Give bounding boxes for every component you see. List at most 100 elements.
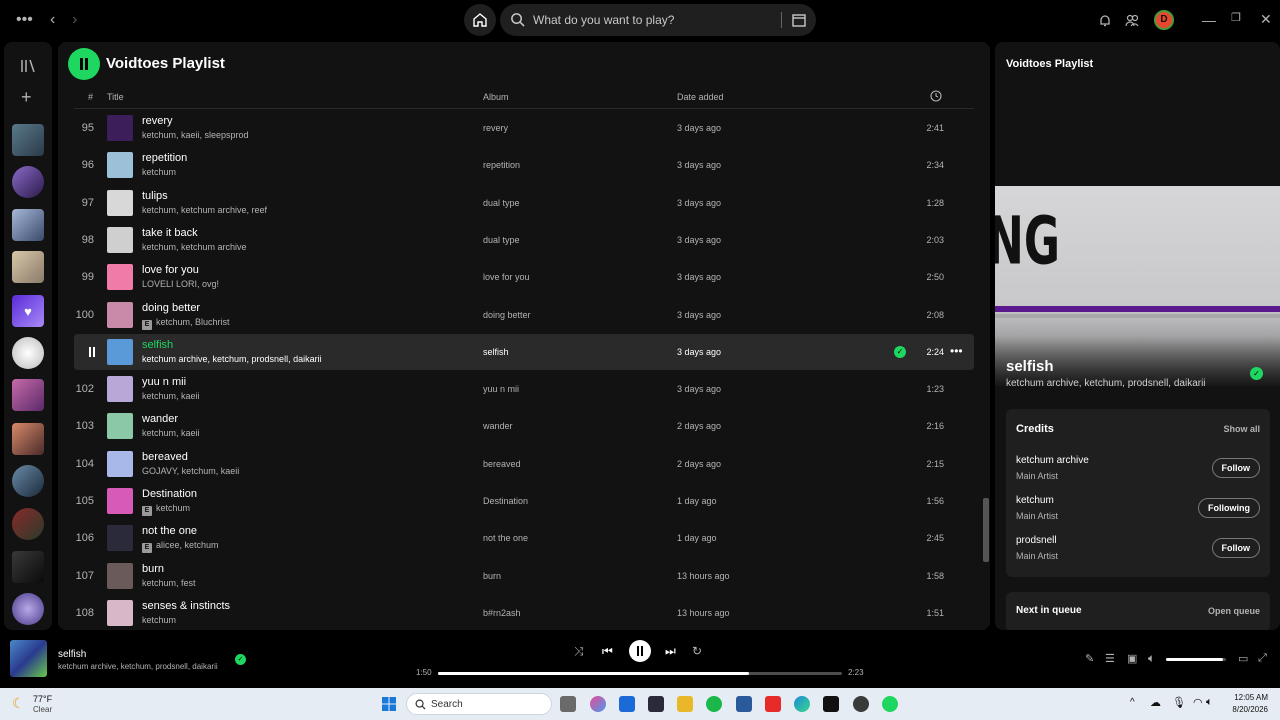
library-item[interactable] [12, 465, 44, 497]
track-album[interactable]: repetition [483, 160, 520, 170]
track-album[interactable]: wander [483, 421, 513, 431]
follow-button[interactable]: Follow [1211, 458, 1260, 478]
track-artists[interactable]: ketchum, fest [142, 578, 196, 588]
track-row[interactable]: 102 yuu n mii ketchum, kaeii yuu n mii 3 day… [74, 371, 974, 407]
column-header-album[interactable]: Album [483, 92, 509, 102]
track-row[interactable]: 107 burn ketchum, fest burn 13 hours ago 1:58 [74, 558, 974, 594]
app-icon[interactable] [853, 696, 869, 712]
track-artists-text[interactable]: alicee, ketchum [156, 540, 219, 550]
track-title[interactable]: selfish [142, 339, 173, 351]
windows-start-icon[interactable] [381, 696, 397, 712]
track-row[interactable]: 98 take it back ketchum, ketchum archive du… [74, 222, 974, 258]
track-artists-text[interactable]: ketchum archive, ketchum, prodsnell, dai… [142, 354, 322, 364]
clock-date[interactable]: 8/20/2026 [1220, 705, 1268, 714]
library-item[interactable] [12, 423, 44, 455]
cloud-icon[interactable]: ☁ [1150, 696, 1161, 709]
track-album[interactable]: dual type [483, 198, 520, 208]
library-icon[interactable] [20, 58, 36, 74]
library-item[interactable] [12, 508, 44, 540]
track-row[interactable]: 95 revery ketchum, kaeii, sleepsprod revery… [74, 110, 974, 146]
track-artists-text[interactable]: ketchum, kaeii [142, 428, 200, 438]
column-header-date-added[interactable]: Date added [677, 92, 724, 102]
app-icon[interactable] [706, 696, 722, 712]
weather-temp[interactable]: 77°F [33, 694, 52, 704]
volume-slider[interactable] [1166, 658, 1226, 661]
track-album[interactable]: doing better [483, 310, 531, 320]
column-header-title[interactable]: Title [107, 92, 124, 102]
progress-bar[interactable] [438, 672, 842, 675]
avatar[interactable]: D [1154, 10, 1174, 30]
track-title[interactable]: bereaved [142, 451, 188, 463]
track-album[interactable]: bereaved [483, 459, 521, 469]
library-item[interactable] [12, 209, 44, 241]
library-item[interactable] [12, 166, 44, 198]
track-artists-text[interactable]: ketchum, fest [142, 578, 196, 588]
track-artists[interactable]: Eketchum, Bluchrist [142, 317, 230, 330]
track-title[interactable]: not the one [142, 525, 197, 537]
track-album[interactable]: not the one [483, 533, 528, 543]
track-artists-text[interactable]: ketchum, Bluchrist [156, 317, 230, 327]
spotify-icon[interactable] [882, 696, 898, 712]
track-title[interactable]: revery [142, 115, 173, 127]
tiktok-icon[interactable] [823, 696, 839, 712]
track-artists-text[interactable]: ketchum [142, 615, 176, 625]
miniplayer-icon[interactable]: ▭ [1238, 652, 1248, 665]
track-album[interactable]: yuu n mii [483, 384, 519, 394]
forward-icon[interactable]: › [72, 12, 77, 28]
track-artists-text[interactable]: ketchum, kaeii [142, 391, 200, 401]
copilot-icon[interactable] [590, 696, 606, 712]
outlook-icon[interactable] [619, 696, 635, 712]
minimize-icon[interactable]: — [1202, 13, 1216, 27]
library-item[interactable] [12, 551, 44, 583]
track-title[interactable]: wander [142, 413, 178, 425]
track-row[interactable]: 99 love for you LOVELI LORI, ovg! love for … [74, 259, 974, 295]
search-bar[interactable]: What do you want to play? [500, 4, 816, 36]
youtube-icon[interactable] [765, 696, 781, 712]
saved-check-icon[interactable]: ✓ [894, 345, 906, 358]
track-album[interactable]: love for you [483, 272, 530, 282]
library-item[interactable] [12, 124, 44, 156]
app-icon[interactable] [736, 696, 752, 712]
track-album[interactable]: selfish [483, 347, 509, 357]
track-title[interactable]: doing better [142, 302, 200, 314]
previous-icon[interactable]: ⏮ [602, 644, 613, 659]
track-artists[interactable]: ketchum, ketchum archive [142, 242, 247, 252]
pause-icon[interactable] [88, 346, 96, 357]
track-row[interactable]: 108 senses & instincts ketchum b#rn2ash 13 h… [74, 595, 974, 630]
next-icon[interactable]: ⏭ [665, 644, 676, 659]
track-title[interactable]: tulips [142, 190, 168, 202]
track-artists[interactable]: Ealicee, ketchum [142, 540, 219, 554]
track-title[interactable]: burn [142, 563, 164, 575]
track-artists[interactable]: ketchum, kaeii, sleepsprod [142, 130, 249, 140]
credit-name[interactable]: prodsnell [1016, 535, 1057, 546]
track-album[interactable]: burn [483, 571, 501, 581]
playlist-pause-button[interactable] [68, 48, 100, 80]
track-artists[interactable]: ketchum [142, 167, 176, 177]
queue-icon[interactable]: ☰ [1105, 652, 1115, 665]
track-artists-text[interactable]: ketchum [142, 167, 176, 177]
now-playing-art[interactable] [10, 640, 47, 677]
show-hidden-icons[interactable]: ^ [1130, 697, 1135, 708]
track-artists[interactable]: LOVELI LORI, ovg! [142, 279, 219, 289]
track-row[interactable]: 105 Destination Eketchum Destination 1 day a… [74, 483, 974, 519]
more-options-icon[interactable]: ••• [950, 344, 963, 358]
track-artists[interactable]: ketchum, kaeii [142, 428, 200, 438]
track-row[interactable]: 97 tulips ketchum, ketchum archive, reef du… [74, 185, 974, 221]
library-item[interactable] [12, 251, 44, 283]
saved-check-icon[interactable]: ✓ [1250, 367, 1263, 380]
open-queue-link[interactable]: Open queue [1208, 606, 1260, 616]
weather-moon-icon[interactable]: ☾ [12, 695, 25, 712]
fullscreen-icon[interactable]: ⤢ [1258, 652, 1267, 665]
track-artists[interactable]: ketchum, kaeii [142, 391, 200, 401]
track-row[interactable]: 100 doing better Eketchum, Bluchrist doing … [74, 297, 974, 333]
wifi-icon[interactable]: ◠ [1193, 696, 1203, 709]
create-playlist-icon[interactable]: + [21, 88, 32, 106]
volume-icon[interactable]: 🔈︎ [1148, 651, 1155, 666]
track-title[interactable]: Destination [142, 488, 197, 500]
track-artists-text[interactable]: ketchum [156, 503, 190, 513]
track-artists-text[interactable]: GOJAVY, ketchum, kaeii [142, 466, 239, 476]
track-artists-text[interactable]: ketchum, ketchum archive, reef [142, 205, 267, 215]
track-row[interactable]: 104 bereaved GOJAVY, ketchum, kaeii bereave… [74, 446, 974, 482]
close-icon[interactable]: ✕ [1260, 12, 1272, 26]
library-item[interactable] [12, 379, 44, 411]
